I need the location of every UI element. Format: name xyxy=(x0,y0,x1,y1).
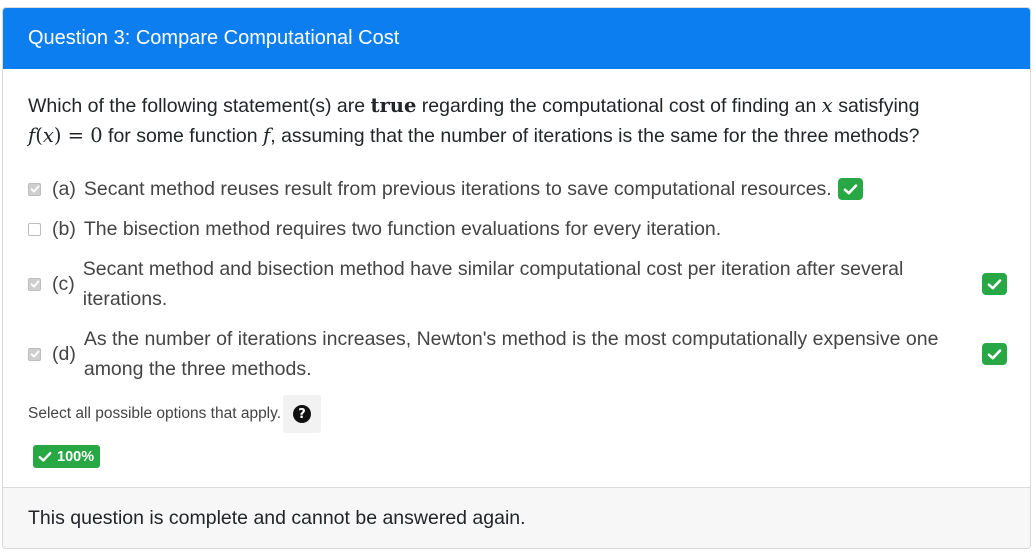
question-title: Question 3: Compare Computational Cost xyxy=(28,27,400,49)
check-icon xyxy=(987,278,1002,289)
check-icon xyxy=(843,183,858,194)
option-a: (a) Secant method reuses result from pre… xyxy=(28,169,1005,209)
hint-text: Select all possible options that apply. xyxy=(28,405,282,422)
score-badge: 100% xyxy=(33,445,101,468)
option-b: (b) The bisection method requires two fu… xyxy=(28,209,1005,249)
options-list: (a) Secant method reuses result from pre… xyxy=(28,169,1007,389)
card-body: Which of the following statement(s) are … xyxy=(3,69,1030,488)
math-variable-x: x xyxy=(42,124,54,147)
math-paren: ( xyxy=(35,124,43,147)
option-c-letter: (c) xyxy=(52,272,75,295)
question-text-part: regarding the computational cost of find… xyxy=(416,95,822,117)
option-c-text: Secant method and bisection method have … xyxy=(82,258,904,310)
card-footer: This question is complete and cannot be … xyxy=(3,487,1030,548)
score-label: 100% xyxy=(57,448,95,465)
option-d-text: As the number of iterations increases, N… xyxy=(83,328,939,380)
question-text-part: , assuming that the number of iterations… xyxy=(270,125,920,147)
hint-row: Select all possible options that apply. … xyxy=(28,395,1005,433)
option-a-checkbox[interactable] xyxy=(28,182,41,196)
question-card: Question 3: Compare Computational Cost W… xyxy=(2,7,1031,549)
option-b-text: The bisection method requires two functi… xyxy=(83,218,722,240)
check-icon xyxy=(30,280,39,288)
option-d-checkbox[interactable] xyxy=(28,347,41,361)
option-c: (c) Secant method and bisection method h… xyxy=(28,249,1007,319)
question-circle-icon: ? xyxy=(293,405,312,423)
option-c-checkbox[interactable] xyxy=(28,277,41,291)
footer-text: This question is complete and cannot be … xyxy=(28,506,526,529)
card-header: Question 3: Compare Computational Cost xyxy=(3,8,1030,69)
math-variable-x: x xyxy=(821,94,833,117)
correct-badge xyxy=(982,273,1007,295)
question-text: Which of the following statement(s) are … xyxy=(28,91,1005,151)
check-icon xyxy=(30,350,39,358)
math-equals: = xyxy=(61,124,91,147)
correct-badge xyxy=(837,178,863,200)
check-icon xyxy=(38,451,52,462)
option-b-checkbox[interactable] xyxy=(28,222,41,236)
option-a-letter: (a) xyxy=(52,177,76,200)
question-text-part: satisfying xyxy=(832,95,920,117)
option-a-text: Secant method reuses result from previou… xyxy=(83,178,832,200)
help-button[interactable]: ? xyxy=(283,395,322,433)
correct-badge xyxy=(982,343,1007,365)
question-text-part: Which of the following statement(s) are xyxy=(28,95,371,117)
check-icon xyxy=(987,348,1002,359)
question-text-part: for some function xyxy=(102,125,264,147)
option-d-letter: (d) xyxy=(52,342,76,365)
option-b-letter: (b) xyxy=(52,217,76,240)
option-d: (d) As the number of iterations increase… xyxy=(28,319,1007,389)
check-icon xyxy=(30,185,39,193)
math-zero: 0 xyxy=(90,124,103,147)
question-bold-word: true xyxy=(370,94,417,117)
